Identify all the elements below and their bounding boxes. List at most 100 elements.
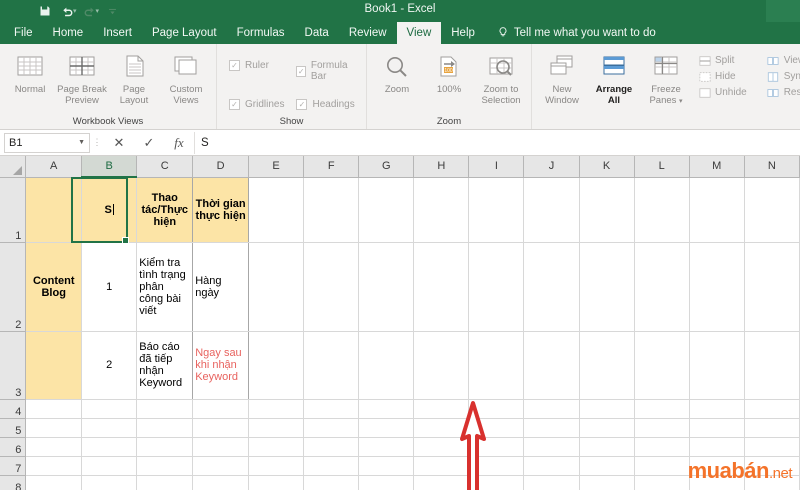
table-row[interactable]: 7 xyxy=(0,456,800,476)
ruler-checkbox[interactable]: ✓ Ruler xyxy=(229,60,284,71)
cell-g1[interactable] xyxy=(358,177,415,243)
reset-window-position-button[interactable]: Reset Window Position xyxy=(767,86,800,99)
page-break-preview-button[interactable]: Page Break Preview xyxy=(56,48,108,106)
table-row[interactable]: 1 S Thao tác/Thực hiện Thời gian thực hi… xyxy=(0,177,800,243)
column-header-d[interactable]: D xyxy=(192,156,250,178)
cell-g8[interactable] xyxy=(358,475,415,490)
cell-e7[interactable] xyxy=(248,456,305,476)
table-row[interactable]: 5 xyxy=(0,418,800,438)
cell-l2[interactable] xyxy=(634,242,690,332)
cell-a5[interactable] xyxy=(25,418,83,438)
cell-f5[interactable] xyxy=(303,418,360,438)
cell-b2[interactable]: 1 xyxy=(81,242,138,332)
headings-checkbox[interactable]: ✓ Headings xyxy=(296,98,356,110)
table-row[interactable]: 3 2 Báo cáo đã tiếp nhận Keyword Ngay sa… xyxy=(0,331,800,400)
column-header-j[interactable]: J xyxy=(523,156,580,178)
cell-l4[interactable] xyxy=(634,399,690,419)
freeze-panes-button[interactable]: Freeze Panes ▾ xyxy=(640,48,692,107)
cell-k7[interactable] xyxy=(579,456,635,476)
cell-c5[interactable] xyxy=(136,418,194,438)
cell-l3[interactable] xyxy=(634,331,690,400)
synchronous-scrolling-button[interactable]: Synchronous Scrolling xyxy=(767,70,800,83)
gridlines-checkbox[interactable]: ✓ Gridlines xyxy=(229,98,284,110)
cell-f4[interactable] xyxy=(303,399,360,419)
cell-n6[interactable] xyxy=(744,437,800,457)
tell-me-box[interactable]: Tell me what you want to do xyxy=(485,22,656,44)
quick-access-toolbar[interactable]: ▾ ▾ xyxy=(0,1,123,21)
custom-views-button[interactable]: Custom Views xyxy=(160,48,212,106)
cell-m6[interactable] xyxy=(689,437,745,457)
normal-view-button[interactable]: Normal xyxy=(4,48,56,95)
tab-insert[interactable]: Insert xyxy=(93,22,142,44)
column-header-h[interactable]: H xyxy=(413,156,470,178)
formula-input[interactable]: S xyxy=(194,131,800,154)
cell-k2[interactable] xyxy=(579,242,635,332)
cell-d4[interactable] xyxy=(192,399,250,419)
column-header-l[interactable]: L xyxy=(634,156,690,178)
cell-l5[interactable] xyxy=(634,418,690,438)
column-header-f[interactable]: F xyxy=(303,156,360,178)
cell-f7[interactable] xyxy=(303,456,360,476)
cell-e8[interactable] xyxy=(248,475,305,490)
table-row[interactable]: 4 xyxy=(0,399,800,419)
cell-d7[interactable] xyxy=(192,456,250,476)
cell-l1[interactable] xyxy=(634,177,690,243)
cell-e2[interactable] xyxy=(248,242,305,332)
cell-c8[interactable] xyxy=(136,475,194,490)
cell-b3[interactable]: 2 xyxy=(81,331,138,400)
cell-e6[interactable] xyxy=(248,437,305,457)
cell-b7[interactable] xyxy=(81,456,138,476)
tab-formulas[interactable]: Formulas xyxy=(227,22,295,44)
cell-n4[interactable] xyxy=(744,399,800,419)
window-controls[interactable] xyxy=(766,0,800,22)
enter-icon[interactable]: ✓ xyxy=(134,132,164,154)
cell-k1[interactable] xyxy=(579,177,635,243)
row-header-5[interactable]: 5 xyxy=(0,418,27,438)
cell-a7[interactable] xyxy=(25,456,83,476)
cell-j3[interactable] xyxy=(523,331,580,400)
cell-d5[interactable] xyxy=(192,418,250,438)
select-all-corner[interactable] xyxy=(0,156,27,178)
column-header-b[interactable]: B xyxy=(81,156,138,178)
zoom-to-selection-button[interactable]: Zoom to Selection xyxy=(475,48,527,106)
cell-m2[interactable] xyxy=(689,242,745,332)
cell-c4[interactable] xyxy=(136,399,194,419)
cell-f2[interactable] xyxy=(303,242,360,332)
name-box[interactable]: B1 ▼ xyxy=(4,132,90,153)
unhide-button[interactable]: Unhide xyxy=(698,86,747,99)
column-header-c[interactable]: C xyxy=(136,156,194,178)
table-row[interactable]: 8 xyxy=(0,475,800,490)
cell-g4[interactable] xyxy=(358,399,415,419)
cell-m3[interactable] xyxy=(689,331,745,400)
tab-home[interactable]: Home xyxy=(43,22,94,44)
cell-d6[interactable] xyxy=(192,437,250,457)
cell-j8[interactable] xyxy=(523,475,580,490)
cell-f3[interactable] xyxy=(303,331,360,400)
cell-n2[interactable] xyxy=(744,242,800,332)
tab-review[interactable]: Review xyxy=(339,22,397,44)
hide-button[interactable]: Hide xyxy=(698,70,747,83)
cell-c3[interactable]: Báo cáo đã tiếp nhận Keyword xyxy=(136,331,194,400)
column-header-g[interactable]: G xyxy=(358,156,415,178)
chevron-down-icon[interactable]: ▼ xyxy=(78,139,85,146)
row-header-1[interactable]: 1 xyxy=(0,177,27,243)
row-header-4[interactable]: 4 xyxy=(0,399,27,419)
cell-k5[interactable] xyxy=(579,418,635,438)
formula-bar-grip[interactable]: ⋮ xyxy=(90,137,104,148)
cell-j2[interactable] xyxy=(523,242,580,332)
tab-view[interactable]: View xyxy=(396,22,442,44)
page-layout-button[interactable]: Page Layout xyxy=(108,48,160,106)
cell-a6[interactable] xyxy=(25,437,83,457)
cell-j6[interactable] xyxy=(523,437,580,457)
cell-k3[interactable] xyxy=(579,331,635,400)
cell-c6[interactable] xyxy=(136,437,194,457)
cell-g6[interactable] xyxy=(358,437,415,457)
cell-h3[interactable] xyxy=(413,331,470,400)
insert-function-icon[interactable]: fx xyxy=(164,132,194,154)
cell-b1[interactable]: S xyxy=(81,177,138,243)
row-header-3[interactable]: 3 xyxy=(0,331,27,400)
column-header-a[interactable]: A xyxy=(25,156,83,178)
new-window-button[interactable]: New Window xyxy=(536,48,588,106)
cell-m5[interactable] xyxy=(689,418,745,438)
cell-d3[interactable]: Ngay sau khi nhận Keyword xyxy=(192,331,250,400)
